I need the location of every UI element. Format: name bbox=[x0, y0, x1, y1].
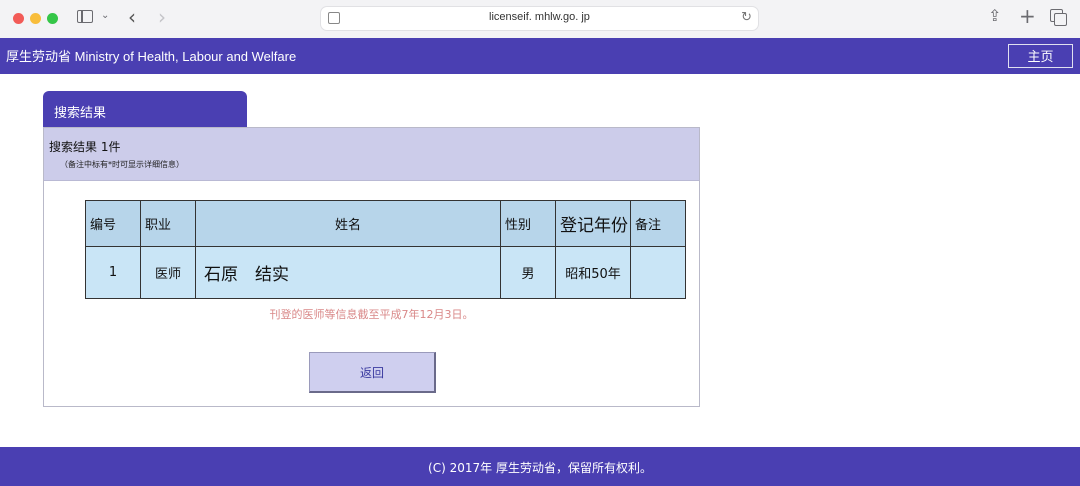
result-tab-label: 搜索结果 bbox=[54, 106, 107, 121]
site-footer: (C) 2017年 厚生劳动省，保留所有权利。 bbox=[0, 447, 1080, 486]
column-header-gender: 性别 bbox=[500, 200, 556, 247]
cell-number: 1 bbox=[85, 246, 141, 299]
column-header-number: 编号 bbox=[85, 200, 141, 247]
new-tab-icon[interactable]: + bbox=[1019, 6, 1036, 26]
result-tab: 搜索结果 bbox=[43, 91, 247, 127]
column-header-occupation: 职业 bbox=[140, 200, 196, 247]
chevron-down-icon[interactable]: ⌄ bbox=[101, 11, 109, 21]
cell-occupation: 医师 bbox=[140, 246, 196, 299]
result-table: 编号 职业 姓名 性别 登记年份 备注 1 医师 石原 结实 男 昭和50年 bbox=[85, 200, 686, 299]
close-window-button[interactable] bbox=[13, 13, 24, 24]
result-panel: 搜索结果 1件 （备注中标有*时可显示详细信息） 编号 职业 姓名 性别 登记年… bbox=[43, 127, 700, 407]
maximize-window-button[interactable] bbox=[47, 13, 58, 24]
column-header-name: 姓名 bbox=[195, 200, 501, 247]
result-summary: 搜索结果 1件 （备注中标有*时可显示详细信息） bbox=[44, 128, 699, 181]
table-row: 1 医师 石原 结实 男 昭和50年 bbox=[85, 246, 686, 299]
result-count: 搜索结果 1件 bbox=[49, 140, 121, 154]
browser-toolbar: ⌄ ‹ › licenseif. mhlw.go. jp ↻ ⇪ + bbox=[0, 0, 1080, 39]
address-bar[interactable]: licenseif. mhlw.go. jp ↻ bbox=[320, 6, 759, 31]
data-date-notice: 刊登的医师等信息截至平成7年12月3日。 bbox=[269, 308, 474, 321]
site-header: 厚生劳动省 Ministry of Health, Labour and Wel… bbox=[0, 38, 1080, 74]
column-header-registration-year: 登记年份 bbox=[555, 200, 631, 247]
reload-icon[interactable]: ↻ bbox=[741, 10, 752, 25]
result-note: （备注中标有*时可显示详细信息） bbox=[60, 160, 184, 169]
cell-remarks bbox=[630, 246, 686, 299]
back-button[interactable]: 返回 bbox=[309, 352, 436, 393]
table-header-row: 编号 职业 姓名 性别 登记年份 备注 bbox=[85, 200, 686, 247]
site-title: 厚生劳动省 Ministry of Health, Labour and Wel… bbox=[6, 49, 297, 64]
minimize-window-button[interactable] bbox=[30, 13, 41, 24]
home-button[interactable]: 主页 bbox=[1008, 44, 1073, 68]
url-text: licenseif. mhlw.go. jp bbox=[489, 11, 590, 23]
tab-overview-icon[interactable] bbox=[1050, 9, 1067, 26]
copyright-text: (C) 2017年 厚生劳动省，保留所有权利。 bbox=[428, 461, 652, 475]
share-icon[interactable]: ⇪ bbox=[988, 8, 1001, 24]
sidebar-toggle-icon[interactable] bbox=[77, 10, 93, 23]
back-arrow-icon[interactable]: ‹ bbox=[128, 7, 136, 27]
forward-arrow-icon[interactable]: › bbox=[158, 7, 166, 27]
cell-registration-year: 昭和50年 bbox=[555, 246, 631, 299]
column-header-remarks: 备注 bbox=[630, 200, 686, 247]
cell-name: 石原 结实 bbox=[195, 246, 501, 299]
cell-gender: 男 bbox=[500, 246, 556, 299]
